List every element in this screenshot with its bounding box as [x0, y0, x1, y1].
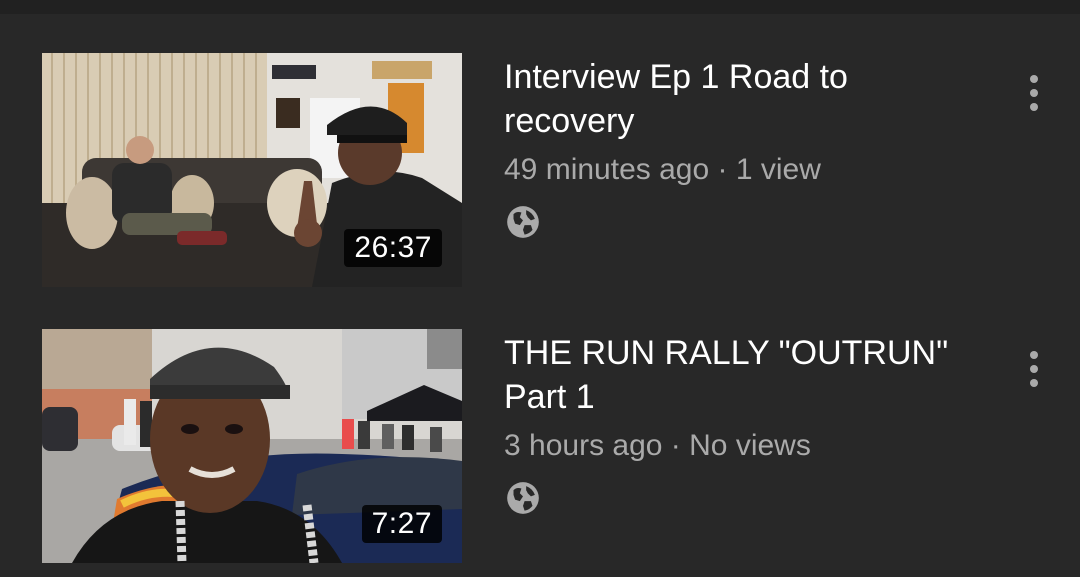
more-vert-icon-dot — [1030, 379, 1038, 387]
more-vert-icon — [1030, 351, 1038, 359]
globe-icon — [507, 206, 539, 238]
top-bar — [0, 0, 1080, 14]
video-details[interactable]: Interview Ep 1 Road to recovery 49 minut… — [504, 55, 974, 241]
meta-separator: · — [717, 153, 728, 186]
video-view-count: 1 view — [735, 153, 821, 186]
video-thumbnail[interactable]: 26:37 — [42, 53, 462, 287]
globe-icon — [507, 482, 539, 514]
video-list-item[interactable]: 7:27 THE RUN RALLY "OUTRUN" Part 1 3 hou… — [0, 329, 1080, 563]
video-duration-badge: 7:27 — [361, 505, 442, 543]
video-age: 3 hours ago — [504, 429, 663, 462]
more-vert-icon-dot — [1030, 103, 1038, 111]
more-options-button[interactable] — [1014, 69, 1054, 117]
more-options-button[interactable] — [1014, 345, 1054, 393]
video-thumbnail[interactable]: 7:27 — [42, 329, 462, 563]
video-details[interactable]: THE RUN RALLY "OUTRUN" Part 1 3 hours ag… — [504, 331, 974, 517]
video-list-item[interactable]: 26:37 Interview Ep 1 Road to recovery 49… — [0, 53, 1080, 287]
meta-separator: · — [670, 429, 681, 462]
video-title[interactable]: THE RUN RALLY "OUTRUN" Part 1 — [504, 331, 974, 419]
more-vert-icon-dot — [1030, 89, 1038, 97]
video-duration-badge: 26:37 — [344, 229, 442, 267]
more-vert-icon-dot — [1030, 365, 1038, 373]
video-metadata: 49 minutes ago · 1 view — [504, 151, 974, 189]
video-view-count: No views — [689, 429, 811, 462]
video-metadata: 3 hours ago · No views — [504, 427, 974, 465]
more-vert-icon — [1030, 75, 1038, 83]
video-age: 49 minutes ago — [504, 153, 710, 186]
video-title[interactable]: Interview Ep 1 Road to recovery — [504, 55, 974, 143]
